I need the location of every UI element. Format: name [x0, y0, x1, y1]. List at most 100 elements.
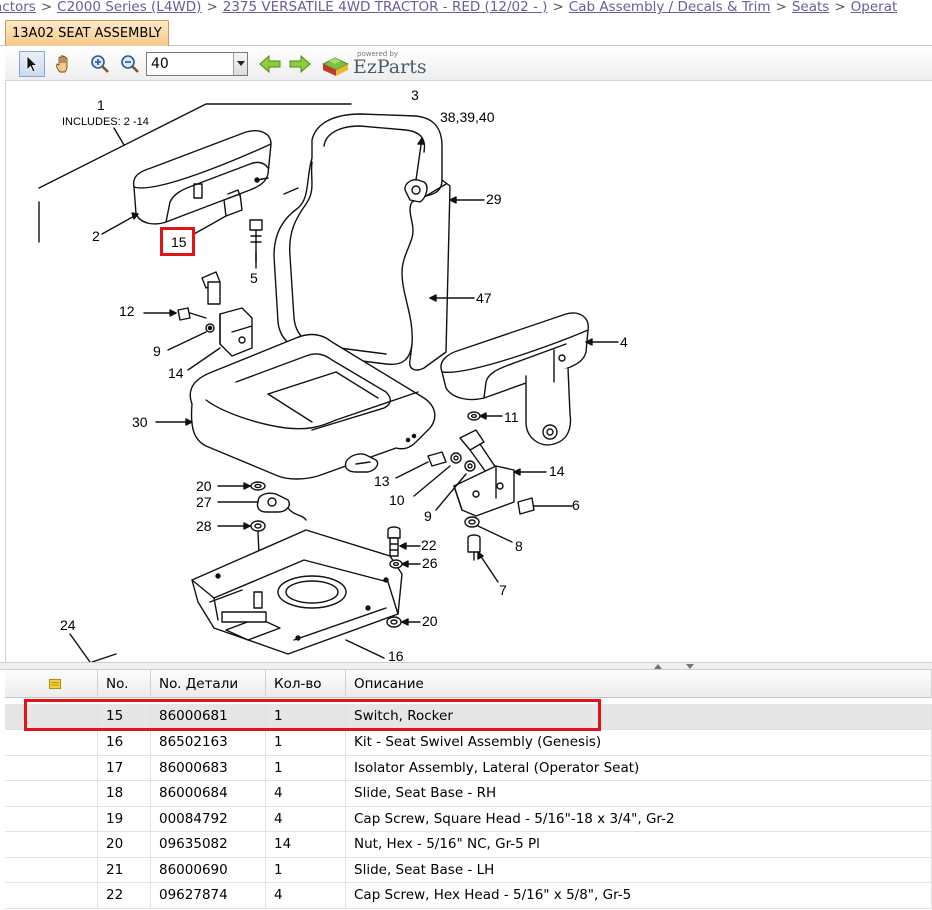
cell-no: 19 — [98, 806, 151, 832]
zoom-level-select[interactable]: 40 — [146, 52, 248, 76]
callout-27[interactable]: 27 — [196, 495, 212, 509]
zoom-level-value: 40 — [151, 56, 169, 72]
parts-viewer-window: actors > C2000 Series (L4WD) >2375 VERSATIL… — [0, 0, 932, 910]
callout-20-right[interactable]: 20 — [422, 614, 438, 628]
cell-description: Slide, Seat Base - LH — [346, 857, 932, 883]
column-header-no[interactable]: No. — [98, 670, 151, 698]
pointer-tool-button[interactable] — [19, 51, 45, 77]
next-page-button[interactable] — [287, 51, 313, 77]
callout-9-right[interactable]: 9 — [424, 509, 432, 523]
callout-8[interactable]: 8 — [515, 539, 523, 553]
breadcrumb-item-model[interactable]: 2375 VERSATILE 4WD TRACTOR - RED (12/02 … — [223, 0, 548, 15]
cell-description: Slide, Seat Base - RH — [346, 781, 932, 806]
callout-29[interactable]: 29 — [486, 192, 502, 206]
logo-text: EzParts — [353, 56, 427, 78]
callout-6[interactable]: 6 — [572, 498, 580, 512]
breadcrumb-separator: > — [775, 0, 787, 15]
callout-47[interactable]: 47 — [476, 291, 492, 305]
table-row[interactable]: 19 00084792 4 Cap Screw, Square Head - 5… — [5, 806, 932, 832]
zoom-out-icon — [121, 55, 139, 73]
viewer-toolbar: 40 powered by EzParts — [5, 47, 932, 81]
zoom-out-button[interactable] — [117, 51, 143, 77]
tab-strip: 13A02 SEAT ASSEMBLY — [0, 16, 932, 46]
column-header-part-number[interactable]: No. Детали — [151, 670, 266, 698]
table-row[interactable]: 16 86502163 1 Kit - Seat Swivel Assembly… — [5, 730, 932, 756]
callout-5[interactable]: 5 — [250, 271, 258, 285]
table-row[interactable]: 22 09627874 4 Cap Screw, Hex Head - 5/16… — [5, 883, 932, 909]
callout-1[interactable]: 1 — [97, 98, 105, 112]
zoom-dropdown-button[interactable] — [233, 53, 247, 75]
cell-no: 18 — [98, 781, 151, 806]
zoom-in-icon — [91, 55, 109, 73]
note-icon — [49, 679, 61, 689]
ezparts-logo: powered by EzParts — [321, 50, 441, 80]
cell-no: 17 — [98, 755, 151, 781]
cell-part-number: 86000690 — [151, 857, 266, 883]
callout-13[interactable]: 13 — [374, 474, 390, 488]
callout-7[interactable]: 7 — [499, 583, 507, 597]
cell-part-number: 09635082 — [151, 832, 266, 857]
row-icon-cell — [5, 755, 98, 781]
breadcrumb-item-seats[interactable]: Seats — [792, 0, 829, 15]
cell-quantity: 14 — [266, 832, 346, 857]
pan-tool-button[interactable] — [51, 51, 77, 77]
seat-assembly-drawing — [38, 103, 619, 662]
cell-quantity: 1 — [266, 857, 346, 883]
breadcrumb-separator: > — [206, 0, 218, 15]
pane-splitter[interactable] — [0, 662, 932, 670]
callout-38-39-40[interactable]: 38,39,40 — [440, 110, 495, 124]
breadcrumb-item-series[interactable]: C2000 Series (L4WD) — [57, 0, 201, 15]
column-header-quantity[interactable]: Кол-во — [266, 670, 346, 698]
pan-hand-icon — [56, 55, 68, 73]
cell-no: 22 — [98, 883, 151, 908]
row-icon-cell — [5, 730, 98, 755]
cell-quantity: 1 — [266, 755, 346, 781]
callout-20-left[interactable]: 20 — [196, 479, 212, 493]
breadcrumb-item-operator[interactable]: Operat — [851, 0, 898, 15]
column-header-icon[interactable] — [5, 670, 98, 698]
table-row[interactable]: 21 86000690 1 Slide, Seat Base - LH — [5, 857, 932, 883]
cell-description: Isolator Assembly, Lateral (Operator Sea… — [346, 755, 932, 781]
callout-14-right[interactable]: 14 — [549, 464, 565, 478]
cell-quantity: 4 — [266, 806, 346, 832]
cell-description: Cap Screw, Hex Head - 5/16" x 5/8", Gr-5 — [346, 883, 932, 908]
callout-24[interactable]: 24 — [60, 618, 76, 632]
cell-no: 21 — [98, 857, 151, 883]
row-icon-cell — [5, 806, 98, 832]
callout-2[interactable]: 2 — [92, 229, 100, 243]
selected-row-highlight — [24, 699, 601, 731]
callout-16[interactable]: 16 — [388, 649, 404, 662]
cell-description: Nut, Hex - 5/16" NC, Gr-5 Pl — [346, 832, 932, 857]
zoom-in-button[interactable] — [87, 51, 113, 77]
breadcrumb-item-section[interactable]: Cab Assembly / Decals & Trim — [569, 0, 771, 15]
callout-30[interactable]: 30 — [132, 415, 148, 429]
table-row[interactable]: 18 86000684 4 Slide, Seat Base - RH — [5, 781, 932, 807]
callout-4[interactable]: 4 — [620, 335, 628, 349]
callout-11[interactable]: 11 — [504, 410, 519, 424]
breadcrumb: actors > C2000 Series (L4WD) >2375 VERSATIL… — [0, 0, 932, 16]
column-header-description[interactable]: Описание — [346, 670, 932, 698]
table-row[interactable]: 17 86000683 1 Isolator Assembly, Lateral… — [5, 755, 932, 781]
cell-part-number: 86000683 — [151, 755, 266, 781]
callout-26[interactable]: 26 — [422, 556, 438, 570]
breadcrumb-item-tractors[interactable]: actors — [0, 0, 36, 15]
cell-part-number: 09627874 — [151, 883, 266, 908]
callout-28[interactable]: 28 — [196, 519, 212, 533]
cell-no: 16 — [98, 730, 151, 755]
previous-page-button[interactable] — [257, 51, 283, 77]
breadcrumb-separator: > — [552, 0, 564, 15]
callout-14-left[interactable]: 14 — [168, 366, 184, 380]
tab-seat-assembly[interactable]: 13A02 SEAT ASSEMBLY — [5, 20, 169, 46]
back-arrow-icon — [259, 55, 281, 73]
callout-12[interactable]: 12 — [119, 304, 135, 318]
table-row[interactable]: 20 09635082 14 Nut, Hex - 5/16" NC, Gr-5… — [5, 832, 932, 858]
pointer-icon — [26, 55, 39, 73]
parts-diagram[interactable]: 1 INCLUDES: 2 -14 2 3 4 5 6 7 8 9 9 10 1… — [5, 82, 932, 662]
cell-no: 20 — [98, 832, 151, 857]
callout-9-left[interactable]: 9 — [153, 344, 161, 358]
callout-3[interactable]: 3 — [411, 88, 419, 102]
callout-10[interactable]: 10 — [389, 493, 405, 507]
callout-22[interactable]: 22 — [421, 538, 437, 552]
cell-description: Kit - Seat Swivel Assembly (Genesis) — [346, 730, 932, 755]
cell-quantity: 4 — [266, 883, 346, 908]
